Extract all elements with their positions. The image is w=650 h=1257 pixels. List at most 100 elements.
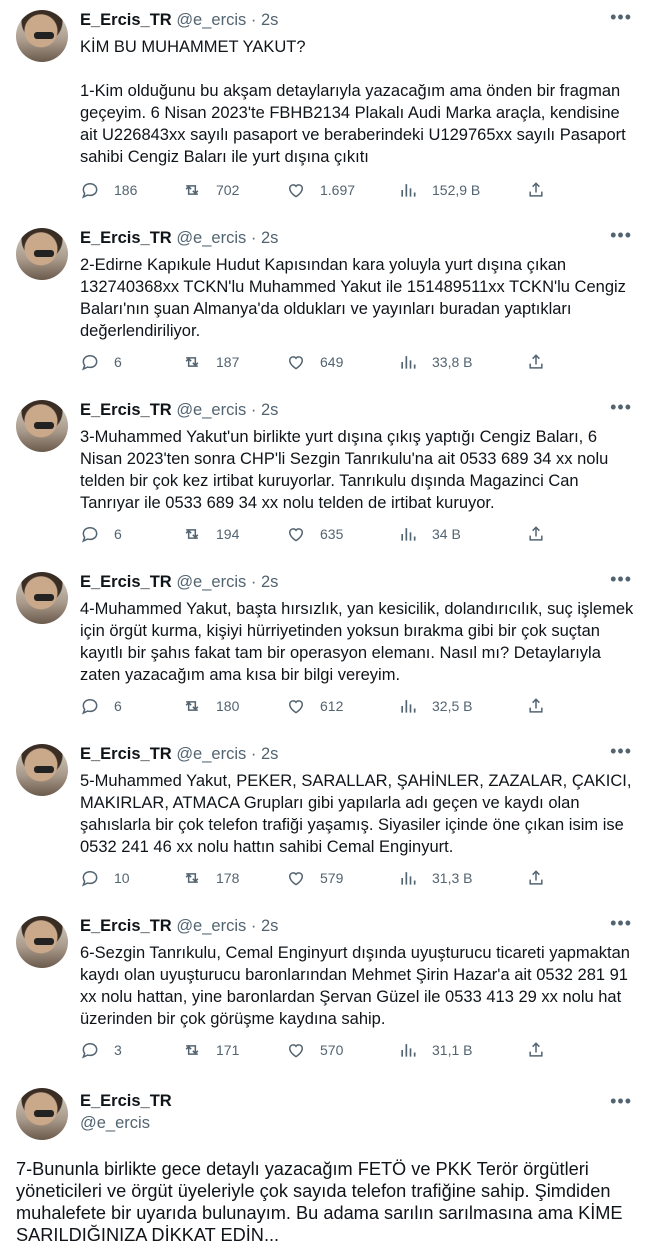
tweet-header: E_Ercis_TR @e_ercis · 2s	[80, 10, 278, 30]
avatar[interactable]	[16, 1088, 68, 1140]
tweet-actions: 10 178 579 31,3 B	[80, 868, 550, 890]
like-count: 570	[320, 1042, 344, 1058]
author-handle[interactable]: @e_ercis	[176, 573, 246, 591]
share-icon	[529, 526, 543, 541]
like-button[interactable]: 649	[286, 352, 343, 372]
author-name[interactable]: E_Ercis_TR	[80, 229, 172, 247]
reply-button[interactable]: 186	[80, 180, 137, 200]
tweet-header: E_Ercis_TR @e_ercis · 2s	[80, 744, 278, 764]
tweet-4[interactable]: E_Ercis_TR @e_ercis · 2s ••• 4-Muhammed …	[0, 562, 650, 734]
separator-dot: ·	[250, 573, 257, 591]
retweet-button[interactable]: 171	[182, 1040, 239, 1060]
retweet-icon	[185, 701, 199, 711]
retweet-button[interactable]: 702	[182, 180, 239, 200]
like-button[interactable]: 570	[286, 1040, 343, 1060]
avatar[interactable]	[16, 744, 68, 796]
retweet-icon	[185, 529, 199, 539]
views-button[interactable]: 32,5 B	[398, 696, 472, 716]
share-button[interactable]	[526, 524, 560, 544]
share-button[interactable]	[526, 868, 560, 888]
retweet-button[interactable]: 178	[182, 868, 239, 888]
tweet-text: KİM BU MUHAMMET YAKUT? 1-Kim olduğunu bu…	[80, 38, 626, 166]
tweet-2[interactable]: E_Ercis_TR @e_ercis · 2s ••• 2-Edirne Ka…	[0, 218, 650, 388]
retweet-button[interactable]: 180	[182, 696, 239, 716]
tweet-header: E_Ercis_TR @e_ercis · 2s	[80, 572, 278, 592]
heart-icon	[288, 872, 304, 886]
author-name[interactable]: E_Ercis_TR	[80, 573, 172, 591]
tweet-3[interactable]: E_Ercis_TR @e_ercis · 2s ••• 3-Muhammed …	[0, 390, 650, 562]
avatar[interactable]	[16, 916, 68, 968]
avatar[interactable]	[16, 572, 68, 624]
retweet-icon	[185, 357, 199, 367]
tweet-header: E_Ercis_TR @e_ercis · 2s	[80, 916, 278, 936]
more-options-icon[interactable]: •••	[610, 398, 632, 416]
timestamp[interactable]: 2s	[261, 11, 278, 29]
timestamp[interactable]: 2s	[261, 401, 278, 419]
tweet-6[interactable]: E_Ercis_TR @e_ercis · 2s ••• 6-Sezgin Ta…	[0, 906, 650, 1078]
reply-button[interactable]: 6	[80, 524, 122, 544]
heart-icon	[288, 1044, 304, 1058]
share-icon	[529, 870, 543, 885]
tweet-1[interactable]: E_Ercis_TR @e_ercis · 2s ••• KİM BU MUHA…	[0, 0, 650, 214]
share-button[interactable]	[526, 1040, 560, 1060]
author-handle[interactable]: @e_ercis	[176, 745, 246, 763]
like-button[interactable]: 1.697	[286, 180, 355, 200]
analytics-icon	[401, 528, 416, 541]
tweet-5[interactable]: E_Ercis_TR @e_ercis · 2s ••• 5-Muhammed …	[0, 734, 650, 906]
like-button[interactable]: 579	[286, 868, 343, 888]
share-button[interactable]	[526, 180, 560, 200]
timestamp[interactable]: 2s	[261, 917, 278, 935]
tweet-7[interactable]: E_Ercis_TR @e_ercis ••• 7-Bununla birlik…	[0, 1082, 650, 1257]
views-button[interactable]: 31,1 B	[398, 1040, 472, 1060]
like-button[interactable]: 635	[286, 524, 343, 544]
share-button[interactable]	[526, 352, 560, 372]
views-button[interactable]: 31,3 B	[398, 868, 472, 888]
like-button[interactable]: 612	[286, 696, 343, 716]
avatar[interactable]	[16, 400, 68, 452]
author-name[interactable]: E_Ercis_TR	[80, 401, 172, 419]
author-handle[interactable]: @e_ercis	[80, 1112, 172, 1134]
reply-icon	[82, 1042, 98, 1059]
more-options-icon[interactable]: •••	[610, 1092, 632, 1110]
like-count: 1.697	[320, 182, 356, 198]
reply-button[interactable]: 3	[80, 1040, 122, 1060]
avatar[interactable]	[16, 228, 68, 280]
more-options-icon[interactable]: •••	[610, 570, 632, 588]
reply-button[interactable]: 6	[80, 696, 122, 716]
views-button[interactable]: 33,8 B	[398, 352, 472, 372]
like-count: 612	[320, 698, 344, 714]
share-button[interactable]	[526, 696, 560, 716]
author-name[interactable]: E_Ercis_TR	[80, 1090, 172, 1112]
timestamp[interactable]: 2s	[261, 745, 278, 763]
views-button[interactable]: 152,9 B	[398, 180, 480, 200]
tweet-text: 7-Bununla birlikte gece detaylı yazacağı…	[16, 1159, 623, 1245]
retweet-icon	[185, 185, 199, 195]
views-button[interactable]: 34 B	[398, 524, 461, 544]
author-name[interactable]: E_Ercis_TR	[80, 917, 172, 935]
avatar[interactable]	[16, 10, 68, 62]
more-options-icon[interactable]: •••	[610, 226, 632, 244]
more-options-icon[interactable]: •••	[610, 8, 632, 26]
author-handle[interactable]: @e_ercis	[176, 917, 246, 935]
separator-dot: ·	[250, 11, 257, 29]
reply-count: 10	[114, 870, 130, 886]
retweet-button[interactable]: 194	[182, 524, 239, 544]
more-options-icon[interactable]: •••	[610, 914, 632, 932]
retweet-button[interactable]: 187	[182, 352, 239, 372]
reply-icon	[82, 698, 98, 715]
reply-button[interactable]: 6	[80, 352, 122, 372]
reply-button[interactable]: 10	[80, 868, 130, 888]
reply-icon	[82, 870, 98, 887]
author-name[interactable]: E_Ercis_TR	[80, 11, 172, 29]
more-options-icon[interactable]: •••	[610, 742, 632, 760]
author-handle[interactable]: @e_ercis	[176, 11, 246, 29]
author-name[interactable]: E_Ercis_TR	[80, 745, 172, 763]
timestamp[interactable]: 2s	[261, 229, 278, 247]
analytics-icon	[401, 1044, 416, 1057]
tweet-actions: 6 194 635 34 B	[80, 524, 550, 546]
author-handle[interactable]: @e_ercis	[176, 401, 246, 419]
author-handle[interactable]: @e_ercis	[176, 229, 246, 247]
view-count: 33,8 B	[432, 354, 473, 370]
tweet-header: E_Ercis_TR @e_ercis · 2s	[80, 400, 278, 420]
timestamp[interactable]: 2s	[261, 573, 278, 591]
